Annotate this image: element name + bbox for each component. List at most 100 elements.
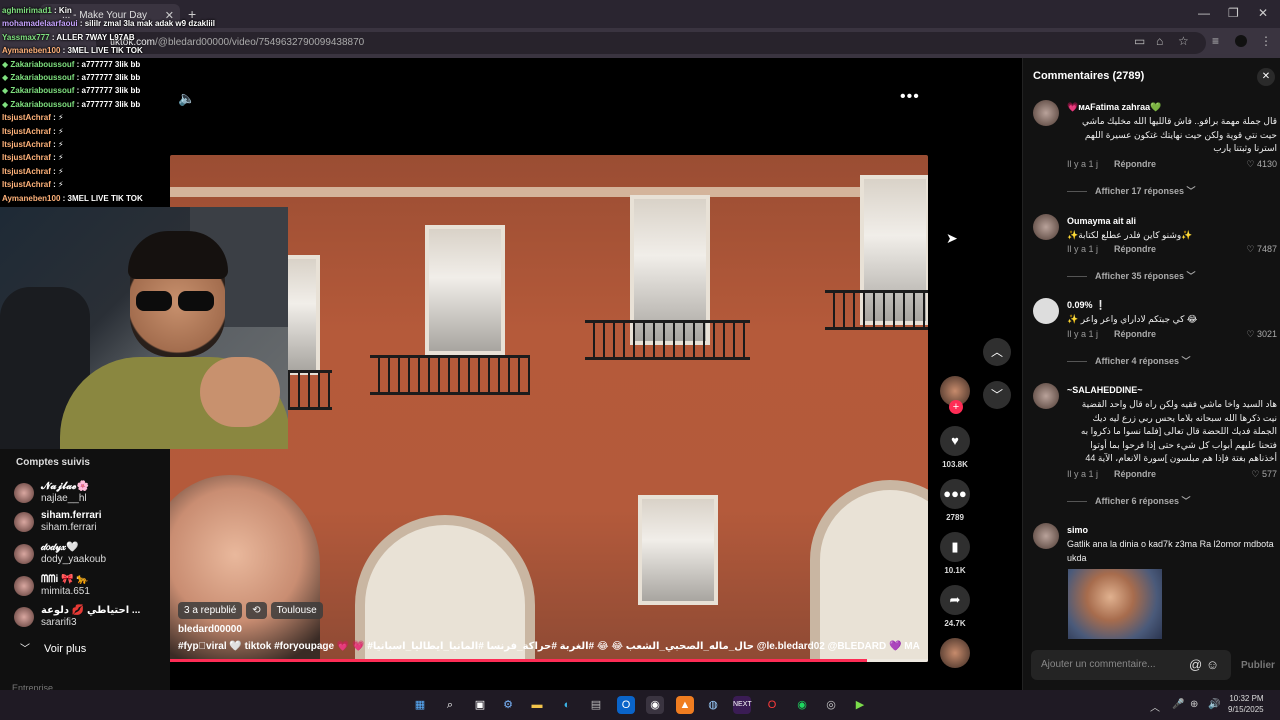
show-replies-button[interactable]: Afficher 4 réponses ﹀ [1067,354,1191,367]
comment-image[interactable] [1068,569,1162,639]
comment-avatar[interactable] [1033,523,1059,549]
file-explorer-icon[interactable]: ▬ [528,696,546,714]
share-arrow-icon[interactable]: ➦ [940,585,970,615]
outlook-icon[interactable]: O [617,696,635,714]
building-arch [810,480,928,662]
followed-account[interactable]: 𝓝𝓪𝓳𝓵𝓪𝓮🌸 najlae__hl [14,479,164,509]
comment-author[interactable]: Oumayma ait ali [1067,216,1136,226]
spotify-icon[interactable]: ◉ [793,696,811,714]
bookmark-icon[interactable]: ▮ [940,532,970,562]
account-display-name: احتياطي 💋 دلوعة ... [41,605,141,616]
followed-account[interactable]: siham.ferrari siham.ferrari [14,508,164,538]
reply-button[interactable]: Répondre [1114,159,1156,169]
chrome-browser-icon[interactable]: ◉ [646,696,664,714]
profile-avatar-icon[interactable] [1235,35,1247,47]
see-more-button[interactable]: ﹀ Voir plus [20,640,86,655]
comment-like-count: 4130 [1256,159,1277,169]
comment-item: 0.09% ❕ ✨ كي جبتكم لاداراي واعر واعر 😂 [1033,298,1277,328]
emoji-icon[interactable]: ☺ [1206,657,1219,672]
show-replies-button[interactable]: Afficher 17 réponses ﹀ [1067,184,1196,197]
comment-like[interactable]: ♡ 7487 [1246,244,1277,255]
taskbar-clock[interactable]: 10:32 PM 9/15/2025 [1228,693,1264,715]
music-disc-avatar[interactable] [940,638,970,668]
extensions-icon[interactable]: ≡ [1212,34,1219,48]
close-comments-icon[interactable]: ✕ [1257,68,1275,86]
chat-message: ItsjustAchraf : ⚡ [2,111,272,124]
video-progress-bar[interactable] [170,659,928,662]
chat-username: ItsjustAchraf [2,126,51,136]
tray-chevron-icon[interactable]: ︿ [1150,699,1160,714]
search-icon[interactable]: ⌕ [441,696,459,714]
volume-icon[interactable]: 🔊 [1208,699,1220,710]
chat-text: : a777777 3lik bb [76,73,141,83]
comment-count: 2789 [946,513,964,522]
comment-like[interactable]: ♡ 4130 [1246,159,1277,170]
steam-icon[interactable]: ◍ [704,696,722,714]
opera-icon[interactable]: O [763,696,781,714]
comment-author[interactable]: 💗ᴍᴀFatima zahraa💚 [1067,102,1161,113]
comment-author[interactable]: ~SALAHEDDINE~ [1067,385,1143,395]
comment-text: هاد السيد واخا ماشي فقيه ولكن راه قال وا… [1080,399,1277,463]
maximize-icon[interactable]: ❐ [1228,6,1239,20]
next-video-button[interactable]: ﹀ [983,381,1011,409]
obs-icon[interactable]: ◎ [822,696,840,714]
store-icon[interactable]: ▤ [587,696,605,714]
network-icon[interactable]: ⊕ [1190,699,1198,710]
next-app-icon[interactable]: NEXT [733,696,752,714]
publish-button[interactable]: Publier [1241,660,1275,671]
repost-icon[interactable]: ⟲ [246,602,267,619]
creator-avatar[interactable]: + [940,376,970,414]
comment-author[interactable]: 0.09% ❕ [1067,300,1106,311]
balcony-railing [370,355,530,395]
comment-bubble-icon[interactable]: ●●● [940,479,970,509]
republish-badge[interactable]: 3 a republié [178,602,243,619]
video-author[interactable]: bledard00000 [178,624,242,635]
see-more-label: Voir plus [44,643,87,655]
mention-icon[interactable]: @ [1189,657,1202,672]
browser-menu-icon[interactable]: ⋮ [1260,34,1272,48]
comment-avatar[interactable] [1033,383,1059,409]
followed-account[interactable]: 𝒹𝑜𝒹𝓎𝓍🤍 dody_yaakoub [14,540,164,570]
comment-avatar[interactable] [1033,100,1059,126]
comment-like[interactable]: ♡ 3021 [1246,329,1277,340]
follow-plus-icon[interactable]: + [949,400,963,414]
microphone-icon[interactable]: 🎤 [1172,699,1184,710]
show-replies-button[interactable]: Afficher 6 réponses ﹀ [1067,494,1191,507]
video-hashtags[interactable]: #fyp゚viral 🤍 tiktok #foryoupage 💗 💗 #حال… [178,641,920,652]
comment-avatar[interactable] [1033,298,1059,324]
more-options-icon[interactable]: ••• [900,88,920,106]
kick-icon[interactable]: ▶ [851,696,869,714]
comment-like[interactable]: ♡ 577 [1251,469,1277,480]
comment-avatar[interactable] [1033,214,1059,240]
previous-video-button[interactable]: ︿ [983,338,1011,366]
comment-author[interactable]: simo [1067,525,1088,535]
comment-text: قال جملة مهمة برافو.. فاش قالليها الله م… [1081,116,1277,153]
task-view-icon[interactable]: ▣ [471,696,489,714]
show-replies-button[interactable]: Afficher 35 réponses ﹀ [1067,269,1196,282]
comment-age: Il y a 1 j [1067,159,1099,169]
reply-button[interactable]: Répondre [1114,244,1156,254]
cast-icon[interactable]: ▭ [1134,34,1145,48]
close-window-icon[interactable]: ✕ [1258,6,1268,20]
building-window [638,495,718,605]
bookmark-star-icon[interactable]: ☆ [1178,34,1189,48]
app-icon[interactable]: ▲ [676,696,694,714]
reply-button[interactable]: Répondre [1114,329,1156,339]
minimize-icon[interactable]: — [1198,6,1210,20]
video-progress-fill [170,659,868,662]
settings-gear-icon[interactable]: ⚙ [499,696,517,714]
chat-message: ItsjustAchraf : ⚡ [2,165,272,178]
reply-button[interactable]: Répondre [1114,469,1156,479]
clock-time: 10:32 PM [1229,694,1264,703]
followed-account[interactable]: احتياطي 💋 دلوعة ... sararifi3 [14,603,164,633]
translate-icon[interactable]: ⌂ [1156,34,1163,48]
followed-account[interactable]: ᗰᗰi 🎀 🐆 mimita.651 [14,572,164,602]
chat-message: ◆ Zakariaboussouf : a777777 3lik bb [2,84,272,97]
chat-text: : ⚡ [53,180,64,190]
windows-taskbar: ▦ ⌕ ▣ ⚙ ▬ ◐ ▤ O ◉ ▲ ◍ NEXT O ◉ ◎ ▶ ︿ 🎤 ⊕… [0,690,1280,720]
windows-start-icon[interactable]: ▦ [411,696,429,714]
like-heart-icon[interactable]: ♥ [940,426,970,456]
account-handle: najlae__hl [41,493,87,504]
location-badge[interactable]: Toulouse [270,602,323,619]
edge-browser-icon[interactable]: ◐ [558,696,576,714]
